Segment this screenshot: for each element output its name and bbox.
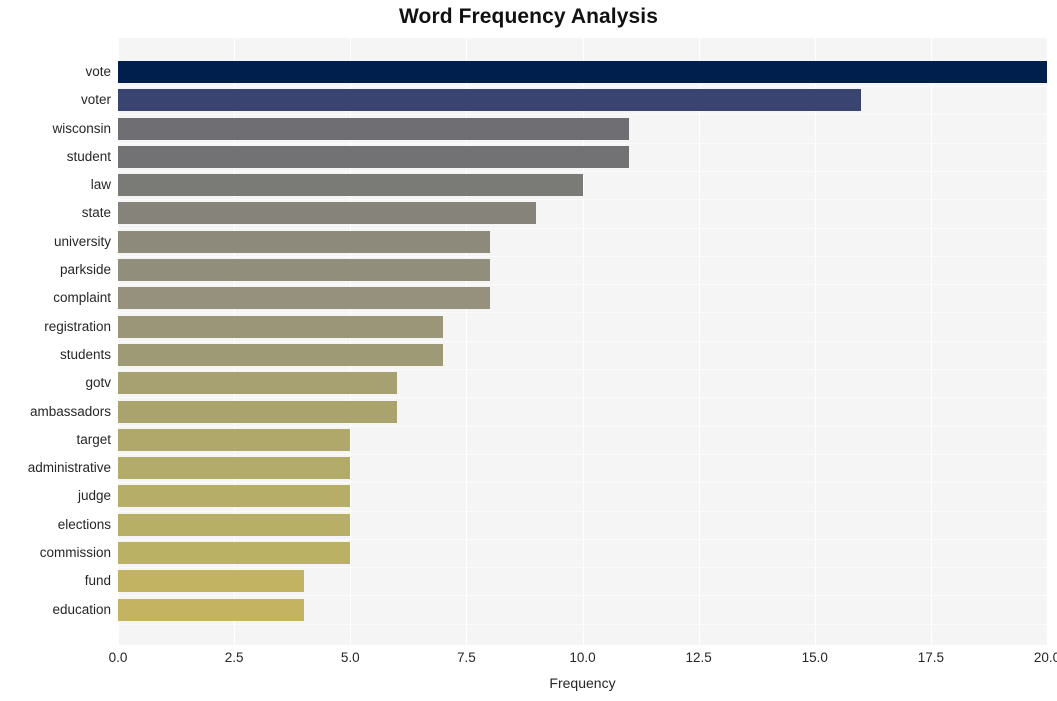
bar: [118, 570, 304, 593]
bar: [118, 542, 351, 565]
x-axis-tick-label: 5.0: [340, 650, 360, 665]
gridline-horizontal: [118, 624, 1047, 625]
bar: [118, 174, 583, 197]
gridline-horizontal: [118, 482, 1047, 483]
y-axis-tick-label: law: [90, 177, 111, 193]
x-axis-tick-label: 17.5: [917, 650, 945, 665]
y-axis-tick-label: complaint: [53, 290, 111, 306]
y-axis-tick-label: registration: [44, 318, 111, 334]
gridline-horizontal: [118, 256, 1047, 257]
y-axis-tick-label: vote: [85, 63, 111, 79]
y-axis-tick-label: voter: [80, 92, 111, 108]
bar: [118, 428, 351, 451]
bar: [118, 202, 537, 225]
bar: [118, 89, 862, 112]
gridline-horizontal: [118, 228, 1047, 229]
bar: [118, 230, 490, 253]
y-axis-tick-label: ambassadors: [29, 403, 111, 419]
gridline-horizontal: [118, 86, 1047, 87]
plot-area: [118, 38, 1048, 645]
y-axis-tick-label: administrative: [27, 460, 111, 476]
bar: [118, 343, 444, 366]
bar: [118, 400, 397, 423]
y-axis-tick-label: target: [76, 431, 111, 447]
gridline-horizontal: [118, 426, 1047, 427]
bar: [118, 315, 444, 338]
bar: [118, 287, 490, 310]
gridline-horizontal: [118, 284, 1047, 285]
gridline-horizontal: [118, 143, 1047, 144]
y-axis-tick-label: fund: [84, 573, 111, 589]
x-axis-tick-label: 10.0: [569, 650, 596, 665]
y-axis-tick-label: university: [53, 233, 111, 249]
gridline-horizontal: [118, 171, 1047, 172]
chart-title: Word Frequency Analysis: [398, 5, 659, 28]
y-axis-tick-label: wisconsin: [52, 120, 111, 136]
bar: [118, 259, 490, 282]
x-axis-tick-label: 15.0: [801, 650, 828, 665]
x-axis-tick-label: 12.5: [685, 650, 712, 665]
x-axis-tick-label: 20.0: [1033, 650, 1057, 665]
x-axis-tick-label: 0.0: [108, 650, 128, 665]
bar: [118, 457, 351, 480]
y-axis-tick-label: state: [81, 205, 111, 221]
gridline-vertical: [1047, 38, 1048, 645]
gridline-horizontal: [118, 539, 1047, 540]
gridline-horizontal: [118, 369, 1047, 370]
y-axis-tick-label: gotv: [85, 375, 111, 391]
gridline-horizontal: [118, 114, 1047, 115]
gridline-horizontal: [118, 511, 1047, 512]
bar: [118, 145, 629, 168]
bar: [118, 513, 351, 536]
y-axis-tick-label: education: [52, 601, 111, 617]
gridline-horizontal: [118, 312, 1047, 313]
y-axis-tick-label: parkside: [59, 262, 111, 278]
y-axis-tick-label: elections: [57, 516, 111, 532]
bar: [118, 372, 397, 395]
chart-figure: Word Frequency Analysis vote voter wiscons…: [0, 0, 1057, 701]
x-axis-tick-label: 2.5: [224, 650, 244, 665]
y-axis-tick-label: students: [59, 346, 111, 362]
gridline-horizontal: [118, 567, 1047, 568]
x-axis-label: Frequency: [549, 675, 616, 691]
gridline-horizontal: [118, 397, 1047, 398]
bar: [118, 485, 351, 508]
gridline-horizontal: [118, 341, 1047, 342]
bar: [118, 60, 1047, 83]
y-axis-tick-label: judge: [77, 488, 111, 504]
bar: [118, 598, 304, 621]
gridline-horizontal: [118, 199, 1047, 200]
y-axis-tick-label: commission: [39, 545, 111, 561]
gridline-horizontal: [118, 454, 1047, 455]
gridline-horizontal: [118, 595, 1047, 596]
y-axis-tick-label: student: [66, 148, 111, 164]
bar: [118, 117, 629, 140]
x-axis-tick-label: 7.5: [456, 650, 476, 665]
